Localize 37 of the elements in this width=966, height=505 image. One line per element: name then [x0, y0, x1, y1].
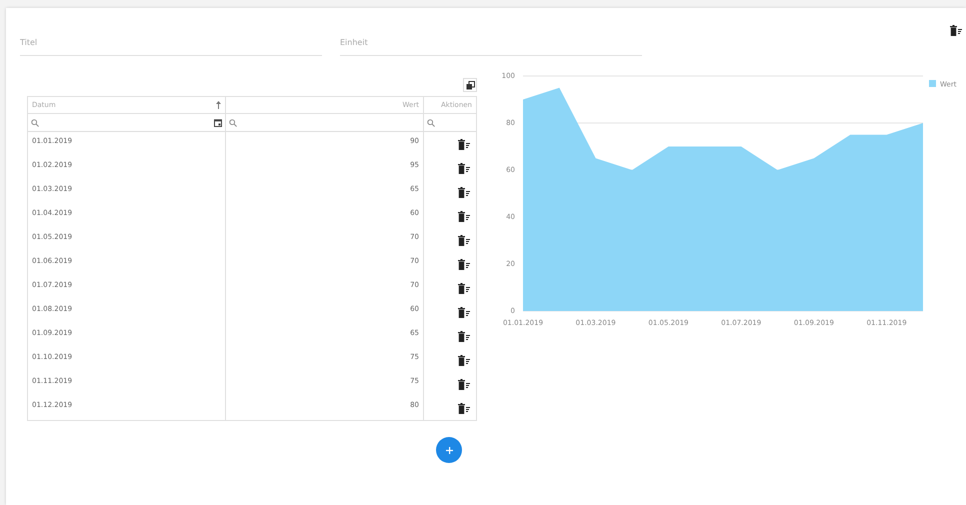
delete-button[interactable]: [458, 306, 470, 318]
delete-button[interactable]: [458, 234, 470, 246]
delete-button[interactable]: [458, 186, 470, 198]
trash-icon: [458, 210, 470, 222]
search-icon: [31, 118, 39, 126]
delete-button[interactable]: [458, 258, 470, 270]
trash-icon: [458, 186, 470, 198]
filter-field[interactable]: [28, 114, 226, 132]
delete-button[interactable]: [458, 354, 470, 366]
trash-icon: [458, 354, 470, 366]
search-icon: [427, 118, 435, 126]
delete-button[interactable]: [458, 162, 470, 174]
copy-button[interactable]: [463, 78, 477, 92]
delete-button[interactable]: [458, 210, 470, 222]
legend-swatch: [929, 80, 936, 87]
copy-icon: [466, 80, 474, 90]
trash-icon: [458, 282, 470, 294]
delete-button[interactable]: [950, 24, 962, 39]
delete-button[interactable]: [458, 402, 470, 414]
delete-button[interactable]: [458, 330, 470, 342]
trash-icon: [458, 258, 470, 270]
trash-icon: [458, 402, 470, 414]
delete-button[interactable]: [458, 138, 470, 150]
delete-button[interactable]: [458, 378, 470, 390]
trash-icon: [458, 234, 470, 246]
filter-field[interactable]: [226, 114, 424, 132]
trash-icon: [950, 25, 962, 36]
trash-icon: [458, 162, 470, 174]
trash-icon: [458, 330, 470, 342]
trash-icon: [458, 138, 470, 150]
search-icon: [229, 118, 237, 126]
add-button[interactable]: [436, 437, 462, 463]
trash-icon: [458, 306, 470, 318]
plus-icon: [446, 446, 452, 454]
delete-button[interactable]: [458, 282, 470, 294]
trash-icon: [458, 378, 470, 390]
calendar-icon[interactable]: [214, 118, 222, 126]
